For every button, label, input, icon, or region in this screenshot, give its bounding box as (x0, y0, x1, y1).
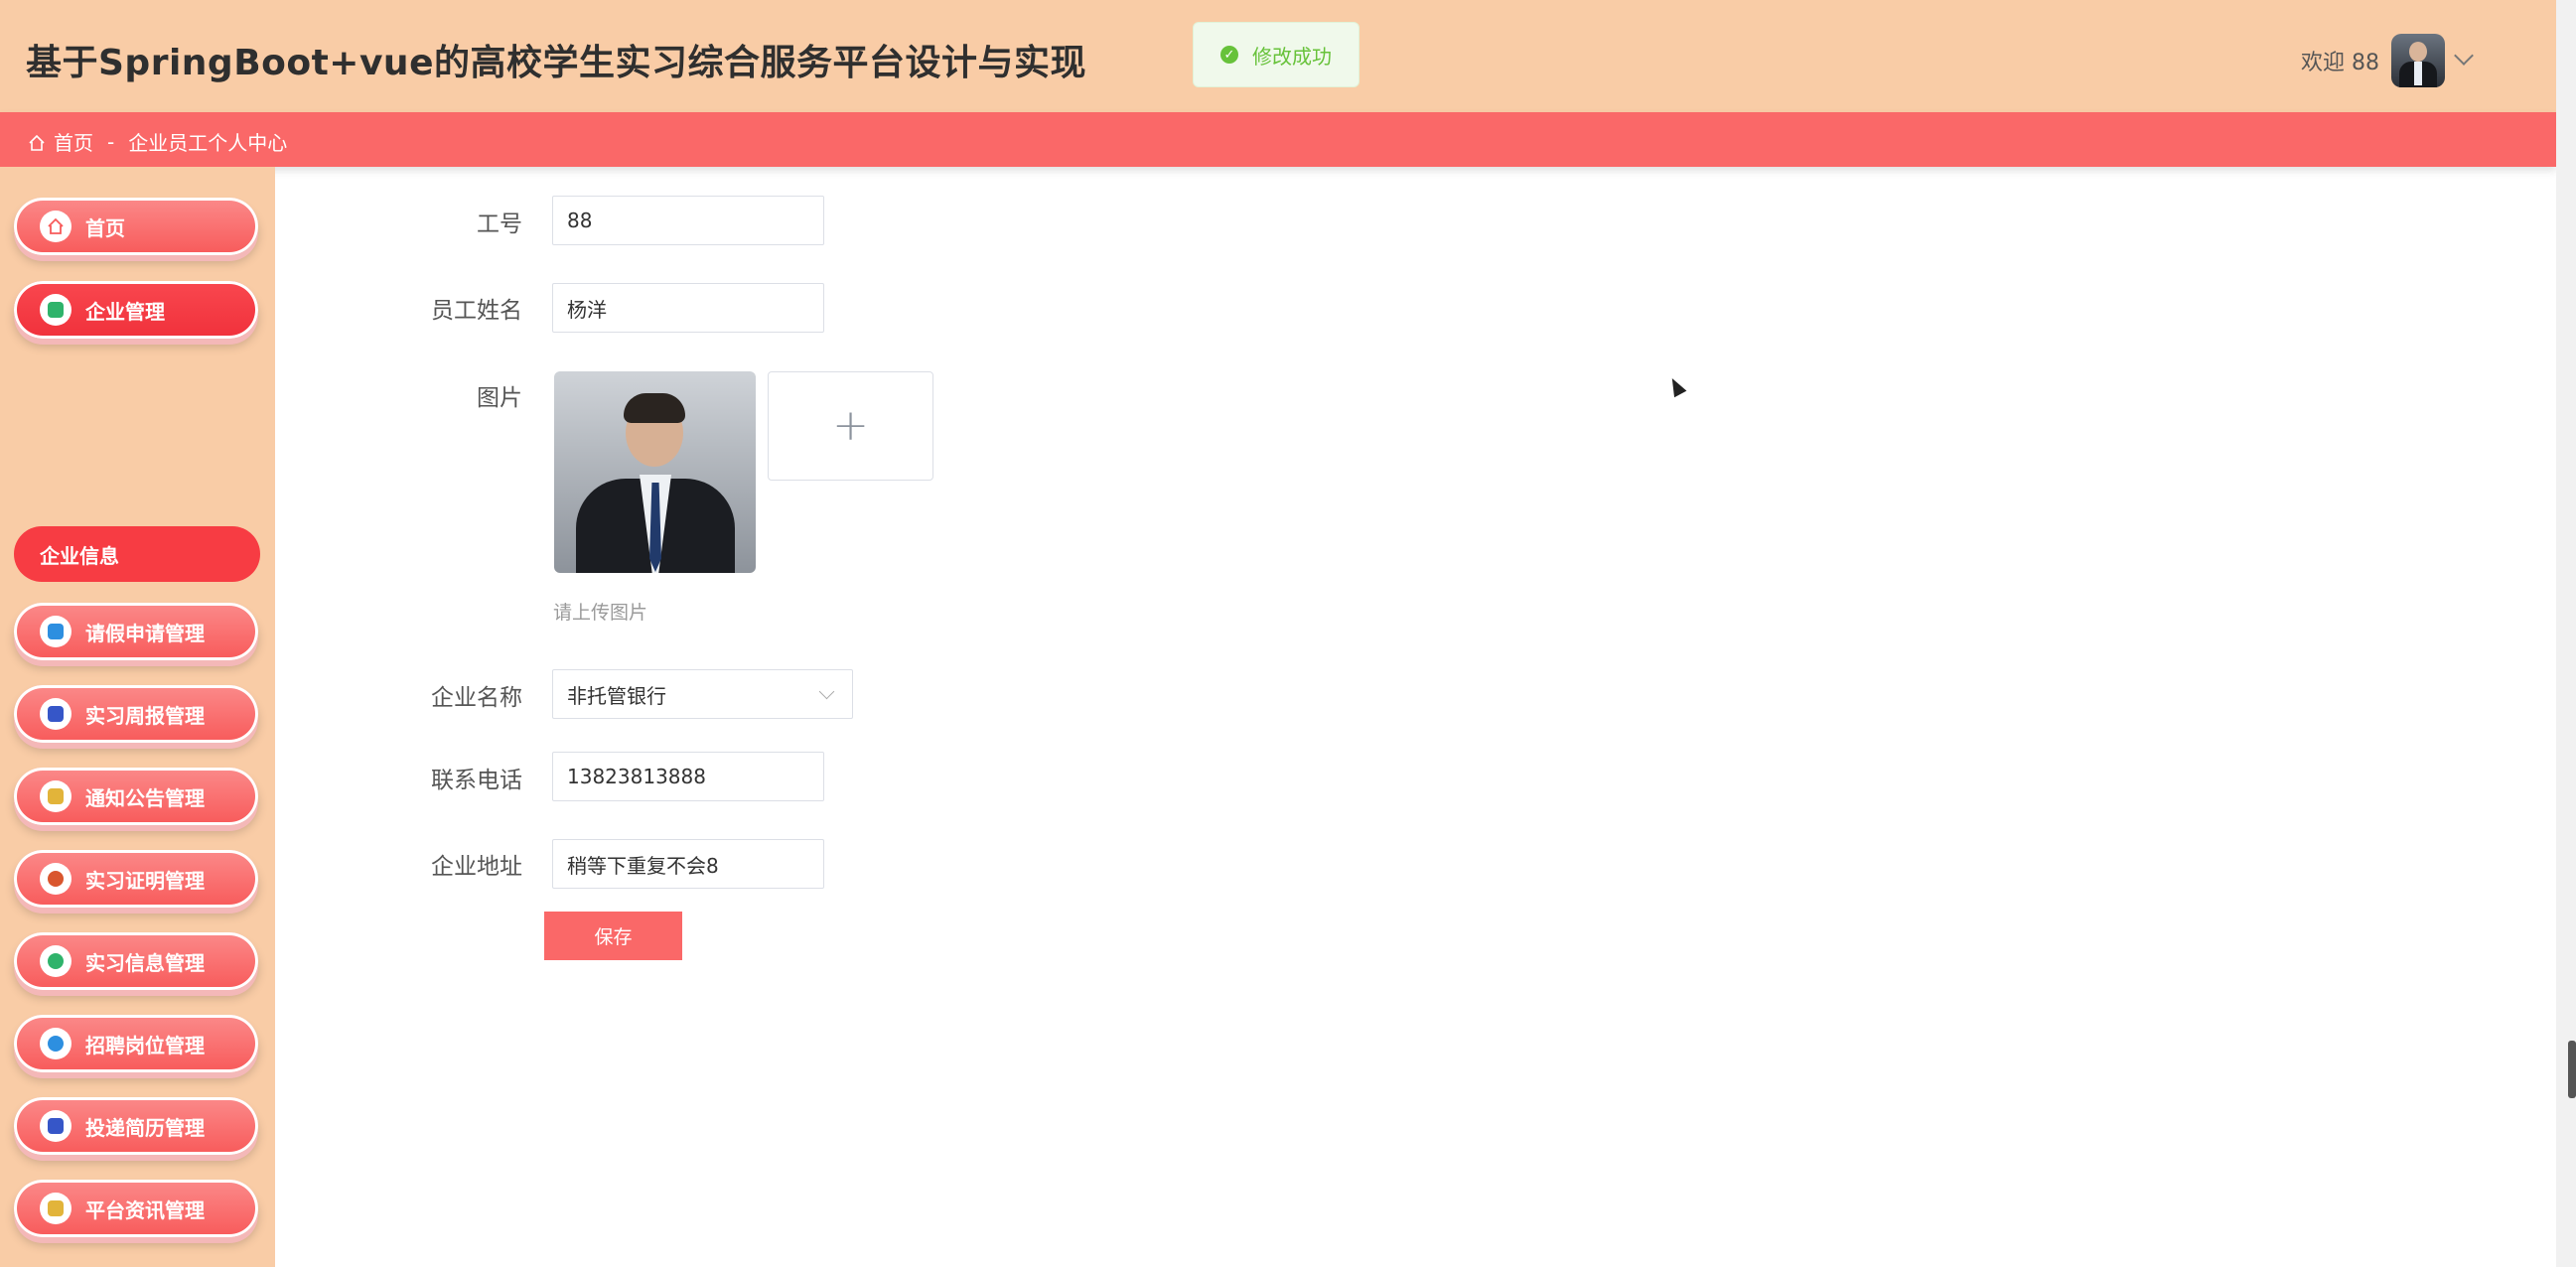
user-menu[interactable]: 欢迎 88 (2301, 32, 2474, 89)
breadcrumb-bar: 首页 - 企业员工个人中心 (0, 112, 2556, 167)
notice-icon (40, 780, 72, 812)
upload-hint: 请上传图片 (553, 602, 648, 624)
employee-photo (554, 371, 756, 573)
sidebar-item-label: 企业管理 (85, 299, 165, 324)
chevron-down-icon[interactable] (2454, 46, 2474, 66)
sidebar-item-jobs[interactable]: 招聘岗位管理 (14, 1015, 258, 1072)
job-icon (40, 1028, 72, 1059)
company-select[interactable]: 非托管银行 (552, 669, 853, 719)
report-icon (40, 698, 72, 730)
sidebar-item-label: 投递简历管理 (85, 1115, 205, 1140)
sidebar-item-internship-info[interactable]: 实习信息管理 (14, 932, 258, 990)
sidebar-item-notice[interactable]: 通知公告管理 (14, 768, 258, 825)
address-label: 企业地址 (431, 854, 522, 880)
sidebar-item-label: 首页 (85, 215, 125, 240)
breadcrumb: 首页 - 企业员工个人中心 (28, 127, 287, 156)
sidebar-item-resumes[interactable]: 投递简历管理 (14, 1097, 258, 1155)
sidebar-item-label: 通知公告管理 (85, 785, 205, 810)
company-label: 企业名称 (431, 685, 522, 711)
sidebar-item-company[interactable]: 企业管理 (14, 281, 258, 339)
check-circle-icon: ✓ (1220, 46, 1238, 64)
employee-id-label: 工号 (477, 211, 522, 237)
phone-label: 联系电话 (431, 768, 522, 793)
phone-field[interactable]: 13823813888 (552, 752, 824, 801)
plus-icon: + (832, 400, 869, 451)
resume-icon (40, 1110, 72, 1142)
sidebar-item-weekly-report[interactable]: 实习周报管理 (14, 685, 258, 743)
scrollbar-thumb[interactable] (2568, 1041, 2576, 1098)
info-icon (40, 945, 72, 977)
address-field[interactable]: 稍等下重复不会8 (552, 839, 824, 889)
sidebar-item-certificate[interactable]: 实习证明管理 (14, 850, 258, 908)
sidebar-subitem-label: 企业信息 (40, 543, 119, 568)
toast-message: 修改成功 (1252, 44, 1332, 69)
save-button[interactable]: 保存 (544, 912, 682, 960)
sidebar-item-home[interactable]: 首页 (14, 198, 258, 255)
app-title: 基于SpringBoot+vue的高校学生实习综合服务平台设计与实现 (26, 43, 1086, 83)
employee-id-field[interactable]: 88 (552, 196, 824, 245)
company-selected-value: 非托管银行 (567, 683, 666, 708)
chevron-down-icon (818, 683, 835, 700)
breadcrumb-home[interactable]: 首页 (54, 127, 93, 156)
sidebar-item-news[interactable]: 平台资讯管理 (14, 1180, 258, 1237)
sidebar: 首页 企业管理 企业信息 请假申请管理 实习周报管理 通知公告管理 实习证明管理… (0, 167, 275, 1267)
certificate-icon (40, 863, 72, 895)
news-icon (40, 1193, 72, 1224)
leave-icon (40, 616, 72, 647)
employee-name-label: 员工姓名 (431, 298, 522, 324)
sidebar-item-label: 平台资讯管理 (85, 1197, 205, 1222)
home-icon (40, 211, 72, 242)
sidebar-subitem-company-info[interactable]: 企业信息 (14, 526, 260, 582)
sidebar-item-leave[interactable]: 请假申请管理 (14, 603, 258, 660)
sidebar-item-label: 实习周报管理 (85, 703, 205, 728)
success-toast: ✓ 修改成功 (1193, 22, 1360, 87)
welcome-text: 欢迎 88 (2301, 51, 2379, 75)
breadcrumb-current: 企业员工个人中心 (128, 131, 288, 155)
photo-label: 图片 (477, 385, 522, 411)
company-icon (40, 294, 72, 326)
sidebar-item-label: 实习证明管理 (85, 868, 205, 893)
employee-name-field[interactable]: 杨洋 (552, 283, 824, 333)
photo-upload-button[interactable]: + (768, 371, 933, 481)
sidebar-item-label: 请假申请管理 (85, 621, 205, 645)
sidebar-item-label: 实习信息管理 (85, 950, 205, 975)
breadcrumb-separator: - (107, 129, 115, 154)
home-icon[interactable] (28, 133, 46, 151)
mouse-cursor-icon (1665, 374, 1687, 398)
avatar[interactable] (2391, 34, 2445, 87)
sidebar-item-label: 招聘岗位管理 (85, 1033, 205, 1057)
